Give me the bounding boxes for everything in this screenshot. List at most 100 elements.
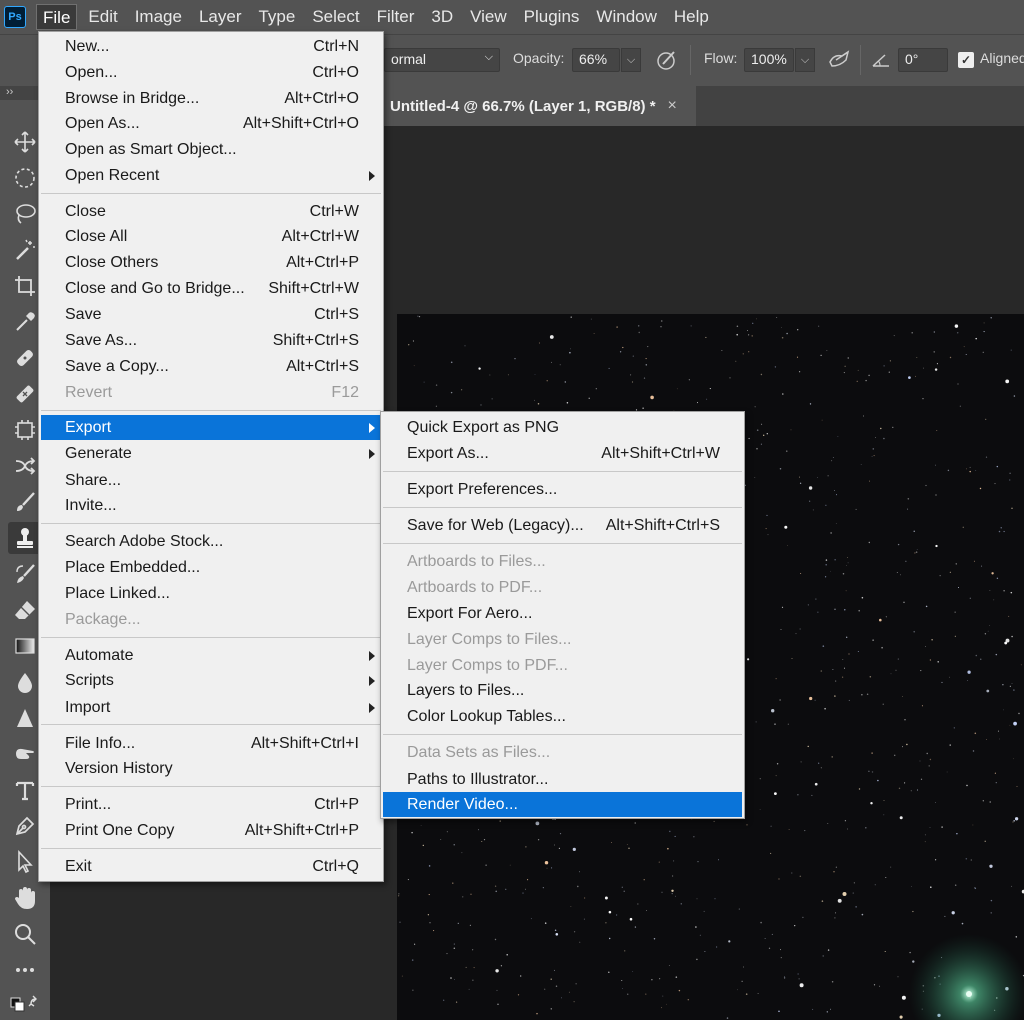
- menu-edit[interactable]: Edit: [82, 4, 123, 30]
- menu-image[interactable]: Image: [129, 4, 188, 30]
- menu-item-browse-in-bridge[interactable]: Browse in Bridge... Alt+Ctrl+O: [41, 86, 381, 111]
- menu-item-open-recent[interactable]: Open Recent: [41, 163, 381, 188]
- menu-item-file-info[interactable]: File Info... Alt+Shift+Ctrl+I: [41, 731, 381, 756]
- healing-brush-tool-icon[interactable]: [8, 378, 42, 410]
- menu-separator: [41, 724, 381, 725]
- magic-wand-tool-icon[interactable]: [8, 234, 42, 266]
- eraser-tool-icon[interactable]: [8, 594, 42, 626]
- submenu-arrow-icon: [369, 676, 375, 686]
- menu-separator: [41, 848, 381, 849]
- menu-window[interactable]: Window: [590, 4, 662, 30]
- gradient-tool-icon[interactable]: [8, 630, 42, 662]
- menu-item-save-as[interactable]: Save As... Shift+Ctrl+S: [41, 328, 381, 353]
- close-icon[interactable]: ×: [668, 97, 677, 115]
- menu-item-render-video[interactable]: Render Video...: [383, 792, 742, 817]
- menu-item-layers-to-files[interactable]: Layers to Files...: [383, 678, 742, 703]
- pen-tool-icon[interactable]: [8, 810, 42, 842]
- patch-tool-icon[interactable]: [8, 414, 42, 446]
- default-colors-icon[interactable]: [8, 986, 42, 1018]
- menu-item-paths-to-illustrator[interactable]: Paths to Illustrator...: [383, 767, 742, 792]
- zoom-tool-icon[interactable]: [8, 918, 42, 950]
- menu-item-print[interactable]: Print... Ctrl+P: [41, 792, 381, 817]
- marquee-tool-icon[interactable]: [8, 162, 42, 194]
- opacity-dropdown-icon[interactable]: ⌵: [621, 48, 641, 72]
- menu-separator: [383, 507, 742, 508]
- menu-item-layer-comps-to-pdf: Layer Comps to PDF...: [407, 657, 568, 674]
- blur-tool-icon[interactable]: [8, 666, 42, 698]
- menu-item-export-preferences[interactable]: Export Preferences...: [383, 477, 742, 502]
- menu-item-color-lookup-tables[interactable]: Color Lookup Tables...: [383, 704, 742, 729]
- menu-item-share[interactable]: Share...: [41, 468, 381, 493]
- menu-file[interactable]: File: [36, 4, 78, 30]
- smudge-tool-icon[interactable]: [8, 738, 42, 770]
- opacity-field[interactable]: 66%: [572, 48, 620, 72]
- menu-separator: [41, 193, 381, 194]
- clone-stamp-tool-icon[interactable]: [8, 522, 42, 554]
- aligned-label: Aligned: [980, 50, 1024, 66]
- sharpen-tool-icon[interactable]: [8, 702, 42, 734]
- menu-item-place-linked[interactable]: Place Linked...: [41, 581, 381, 606]
- menu-type[interactable]: Type: [252, 4, 301, 30]
- menu-item-version-history[interactable]: Version History: [41, 756, 381, 781]
- menu-item-close-others[interactable]: Close Others Alt+Ctrl+P: [41, 250, 381, 275]
- menu-help[interactable]: Help: [668, 4, 715, 30]
- menu-item-open-as-smart-object[interactable]: Open as Smart Object...: [41, 137, 381, 162]
- aligned-checkbox[interactable]: ✓: [958, 52, 974, 68]
- menu-item-quick-export-as-png[interactable]: Quick Export as PNG: [383, 415, 742, 440]
- document-tab[interactable]: Untitled-4 @ 66.7% (Layer 1, RGB/8) * ×: [380, 86, 696, 126]
- type-tool-icon[interactable]: [8, 774, 42, 806]
- menu-item-invite[interactable]: Invite...: [41, 493, 381, 518]
- menu-item-open-as[interactable]: Open As... Alt+Shift+Ctrl+O: [41, 111, 381, 136]
- angle-field[interactable]: 0°: [898, 48, 948, 72]
- menu-item-open[interactable]: Open... Ctrl+O: [41, 60, 381, 85]
- menu-item-revert: Revert F12: [65, 384, 359, 401]
- lasso-tool-icon[interactable]: [8, 198, 42, 230]
- menu-item-artboards-to-files: Artboards to Files...: [407, 553, 546, 570]
- pressure-opacity-icon[interactable]: [654, 47, 680, 73]
- options-divider: [860, 45, 861, 75]
- menu-view[interactable]: View: [464, 4, 513, 30]
- menu-item-automate[interactable]: Automate: [41, 643, 381, 668]
- menu-3d[interactable]: 3D: [425, 4, 459, 30]
- menu-item-save[interactable]: Save Ctrl+S: [41, 302, 381, 327]
- menu-item-search-adobe-stock[interactable]: Search Adobe Stock...: [41, 529, 381, 554]
- menu-item-generate[interactable]: Generate: [41, 441, 381, 466]
- menu-item-close-and-go-to-bridge[interactable]: Close and Go to Bridge... Shift+Ctrl+W: [41, 276, 381, 301]
- menu-item-save-for-web[interactable]: Save for Web (Legacy)... Alt+Shift+Ctrl+S: [383, 513, 742, 538]
- menu-item-place-embedded[interactable]: Place Embedded...: [41, 555, 381, 580]
- flow-dropdown-icon[interactable]: ⌵: [795, 48, 815, 72]
- blend-mode-select[interactable]: ormal ⌵: [384, 48, 500, 72]
- spot-healing-tool-icon[interactable]: [8, 342, 42, 374]
- menu-item-scripts[interactable]: Scripts: [41, 668, 381, 693]
- hand-tool-icon[interactable]: [8, 882, 42, 914]
- eyedropper-tool-icon[interactable]: [8, 306, 42, 338]
- menu-plugins[interactable]: Plugins: [518, 4, 586, 30]
- brush-tool-icon[interactable]: [8, 486, 42, 518]
- crop-tool-icon[interactable]: [8, 270, 42, 302]
- menu-item-export[interactable]: Export: [41, 415, 381, 440]
- path-selection-tool-icon[interactable]: [8, 846, 42, 878]
- menu-item-save-a-copy[interactable]: Save a Copy... Alt+Ctrl+S: [41, 354, 381, 379]
- menu-item-exit[interactable]: Exit Ctrl+Q: [41, 854, 381, 879]
- submenu-arrow-icon: [369, 171, 375, 181]
- menu-item-export-for-aero[interactable]: Export For Aero...: [383, 601, 742, 626]
- more-tools-icon[interactable]: [8, 954, 42, 986]
- file-menu: New... Ctrl+N Open... Ctrl+O Browse in Bri…: [38, 31, 384, 882]
- menu-layer[interactable]: Layer: [193, 4, 248, 30]
- move-tool-icon[interactable]: [8, 126, 42, 158]
- menu-item-close-all[interactable]: Close All Alt+Ctrl+W: [41, 224, 381, 249]
- history-brush-tool-icon[interactable]: [8, 558, 42, 590]
- flow-field[interactable]: 100%: [744, 48, 794, 72]
- menu-item-close[interactable]: Close Ctrl+W: [41, 199, 381, 224]
- menu-item-export-as[interactable]: Export As... Alt+Shift+Ctrl+W: [383, 441, 742, 466]
- menu-select[interactable]: Select: [306, 4, 365, 30]
- document-tab-title: Untitled-4 @ 66.7% (Layer 1, RGB/8) *: [390, 97, 656, 115]
- content-aware-move-tool-icon[interactable]: [8, 450, 42, 482]
- menu-item-new[interactable]: New... Ctrl+N: [41, 34, 381, 59]
- menu-item-import[interactable]: Import: [41, 695, 381, 720]
- menu-item-print-one-copy[interactable]: Print One Copy Alt+Shift+Ctrl+P: [41, 818, 381, 843]
- flow-label: Flow:: [704, 50, 738, 66]
- airbrush-icon[interactable]: [826, 47, 852, 73]
- menu-filter[interactable]: Filter: [371, 4, 421, 30]
- comet-glow: [909, 934, 1024, 1020]
